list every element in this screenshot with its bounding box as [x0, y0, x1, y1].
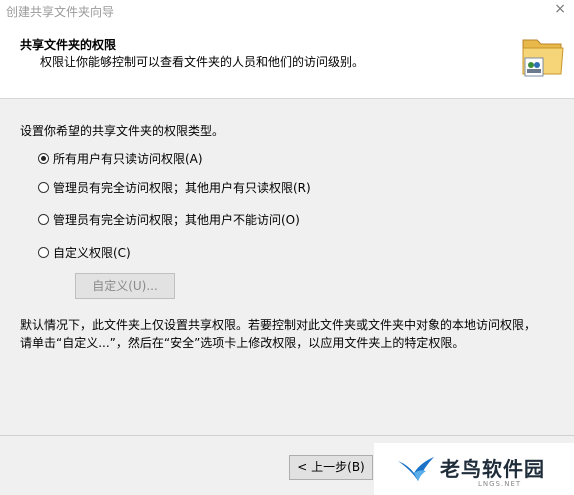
radio-button[interactable] — [38, 152, 49, 164]
watermark-subtext: LNGS.NET — [478, 480, 522, 488]
close-button[interactable]: × — [554, 1, 566, 17]
page-title: 共享文件夹的权限 — [20, 38, 117, 52]
option-read-only-all[interactable]: 所有用户有只读访问权限(A) — [38, 149, 203, 167]
title-bar: 创建共享文件夹向导 × — [0, 0, 574, 22]
footer-divider — [0, 435, 574, 436]
wizard-header: 共享文件夹的权限 权限让你能够控制可以查看文件夹的人员和他们的访问级别。 — [0, 22, 574, 99]
option-custom[interactable]: 自定义权限(C) — [38, 243, 131, 261]
wizard-body: 设置你希望的共享文件夹的权限类型。 所有用户有只读访问权限(A) 管理员有完全访… — [0, 99, 574, 435]
option-admin-full-others-none[interactable]: 管理员有完全访问权限；其他用户不能访问(O) — [38, 210, 300, 228]
back-button[interactable]: < 上一步(B) — [289, 455, 373, 480]
option-label: 管理员有完全访问权限；其他用户有只读权限(R) — [53, 180, 311, 195]
shared-folder-icon — [522, 39, 564, 77]
window-title: 创建共享文件夹向导 — [6, 5, 115, 19]
option-admin-full-others-read[interactable]: 管理员有完全访问权限；其他用户有只读权限(R) — [38, 178, 311, 196]
option-label: 管理员有完全访问权限；其他用户不能访问(O) — [53, 212, 300, 227]
option-label: 所有用户有只读访问权限(A) — [53, 151, 203, 166]
page-subtitle: 权限让你能够控制可以查看文件夹的人员和他们的访问级别。 — [40, 55, 365, 69]
watermark-text: 老鸟软件园 — [440, 457, 545, 481]
custom-button[interactable]: 自定义(U)... — [75, 273, 175, 299]
radio-button[interactable] — [38, 213, 49, 225]
watermark: 老鸟软件园 LNGS.NET — [374, 443, 574, 495]
info-note: 默认情况下，此文件夹上仅设置共享权限。若要控制对此文件夹或文件夹中对象的本地访问… — [20, 318, 537, 350]
option-label: 自定义权限(C) — [53, 245, 131, 260]
radio-button[interactable] — [38, 181, 49, 193]
intro-text: 设置你希望的共享文件夹的权限类型。 — [20, 124, 225, 138]
bird-logo-icon — [398, 457, 434, 481]
radio-button[interactable] — [38, 246, 49, 258]
